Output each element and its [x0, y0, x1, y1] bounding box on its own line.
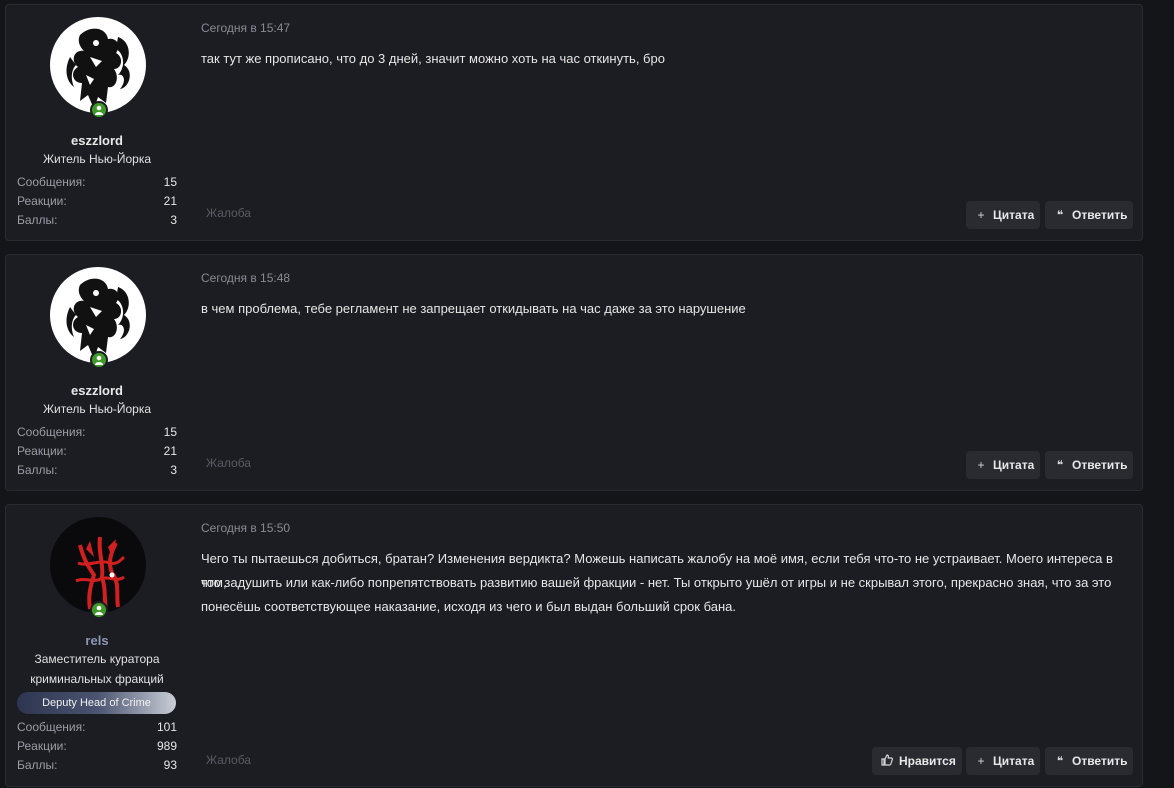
like-button[interactable]: Нравится: [872, 747, 962, 775]
stat-messages: Сообщения: 101: [17, 718, 177, 737]
stat-value: 93: [163, 758, 177, 772]
reply-label: Ответить: [1072, 754, 1128, 768]
post-2: eszzlord Житель Нью-Йорка Сообщения: 15 …: [5, 254, 1143, 491]
avatar[interactable]: [50, 17, 146, 113]
stat-points: Баллы: 3: [17, 461, 177, 480]
user-info: eszzlord Житель Нью-Йорка Сообщения: 15 …: [6, 5, 188, 240]
stat-reactions: Реакции: 989: [17, 737, 177, 756]
user-title: Житель Нью-Йорка: [42, 152, 152, 166]
stat-value: 21: [163, 444, 177, 458]
username[interactable]: eszzlord: [6, 133, 188, 148]
quote-button[interactable]: + Цитата: [966, 451, 1040, 479]
post-text-line-2: что задушить или как-либо попрепятствова…: [201, 575, 1112, 590]
stat-reactions: Реакции: 21: [17, 192, 177, 211]
reply-button[interactable]: ❝ Ответить: [1045, 747, 1133, 775]
post-time[interactable]: Сегодня в 15:47: [201, 21, 290, 35]
plus-icon: +: [977, 754, 985, 768]
stat-points: Баллы: 3: [17, 211, 177, 230]
stat-label: Реакции:: [17, 194, 67, 208]
user-banner: Deputy Head of Crime: [17, 692, 176, 714]
stat-label: Баллы:: [17, 213, 58, 227]
avatar[interactable]: [50, 267, 146, 363]
reply-button[interactable]: ❝ Ответить: [1045, 201, 1133, 229]
stat-label: Сообщения:: [17, 720, 86, 734]
post-text: в чем проблема, тебе регламент не запрещ…: [201, 301, 746, 316]
report-link[interactable]: Жалоба: [206, 753, 251, 767]
stat-messages: Сообщения: 15: [17, 173, 177, 192]
like-label: Нравится: [899, 754, 956, 768]
username[interactable]: eszzlord: [6, 383, 188, 398]
stat-label: Реакции:: [17, 739, 67, 753]
user-title-line-2: криминальных фракций: [30, 672, 164, 686]
post-time[interactable]: Сегодня в 15:48: [201, 271, 290, 285]
avatar[interactable]: [50, 517, 146, 613]
quote-icon: ❝: [1056, 754, 1064, 768]
stat-value: 3: [170, 213, 177, 227]
stat-value: 101: [156, 720, 177, 734]
stat-value: 989: [156, 739, 177, 753]
reply-label: Ответить: [1072, 458, 1128, 472]
stat-reactions: Реакции: 21: [17, 442, 177, 461]
stat-value: 3: [170, 463, 177, 477]
stat-messages: Сообщения: 15: [17, 423, 177, 442]
user-info: rels Заместитель куратора криминальных ф…: [6, 505, 188, 786]
quote-label: Цитата: [993, 754, 1035, 768]
post-text-line-3: понесёшь соответствующее наказание, исхо…: [201, 599, 736, 614]
plus-icon: +: [977, 458, 985, 472]
post-text: так тут же прописано, что до 3 дней, зна…: [201, 51, 665, 66]
online-status-icon: [90, 351, 108, 369]
stat-label: Баллы:: [17, 758, 58, 772]
user-info: eszzlord Житель Нью-Йорка Сообщения: 15 …: [6, 255, 188, 490]
quote-button[interactable]: + Цитата: [966, 201, 1040, 229]
username[interactable]: rels: [6, 633, 188, 648]
quote-label: Цитата: [993, 208, 1035, 222]
stat-label: Баллы:: [17, 463, 58, 477]
stat-points: Баллы: 93: [17, 756, 177, 775]
online-status-icon: [90, 101, 108, 119]
report-link[interactable]: Жалоба: [206, 206, 251, 220]
reply-button[interactable]: ❝ Ответить: [1045, 451, 1133, 479]
stat-label: Сообщения:: [17, 175, 86, 189]
stat-value: 15: [163, 175, 177, 189]
post-1: eszzlord Житель Нью-Йорка Сообщения: 15 …: [5, 4, 1143, 241]
stat-value: 15: [163, 425, 177, 439]
stat-label: Сообщения:: [17, 425, 86, 439]
stat-label: Реакции:: [17, 444, 67, 458]
quote-icon: ❝: [1056, 458, 1064, 472]
quote-icon: ❝: [1056, 208, 1064, 222]
stat-value: 21: [163, 194, 177, 208]
report-link[interactable]: Жалоба: [206, 456, 251, 470]
plus-icon: +: [977, 208, 985, 222]
online-status-icon: [90, 601, 108, 619]
quote-label: Цитата: [993, 458, 1035, 472]
post-time[interactable]: Сегодня в 15:50: [201, 521, 290, 535]
thumbs-up-icon: [880, 747, 894, 775]
reply-label: Ответить: [1072, 208, 1128, 222]
user-title-line-1: Заместитель куратора: [34, 652, 160, 666]
quote-button[interactable]: + Цитата: [966, 747, 1040, 775]
user-title: Житель Нью-Йорка: [42, 402, 152, 416]
post-3: rels Заместитель куратора криминальных ф…: [5, 504, 1143, 787]
